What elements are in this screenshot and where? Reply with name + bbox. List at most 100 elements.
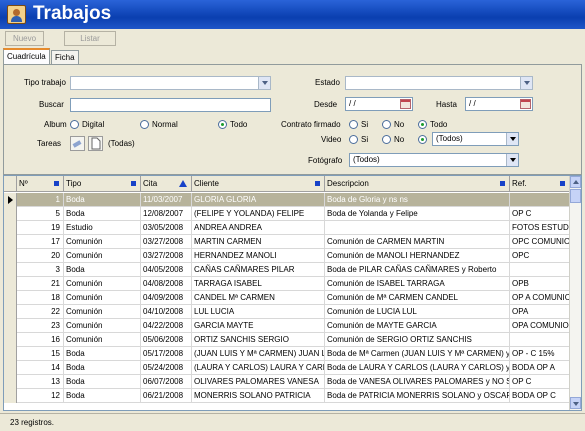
row-indicator[interactable] <box>4 333 17 347</box>
cell-n[interactable]: 19 <box>17 221 64 235</box>
cell-tipo[interactable]: Comunión <box>64 319 141 333</box>
album-todo-radio[interactable] <box>218 120 227 129</box>
cell-tipo[interactable]: Boda <box>64 263 141 277</box>
cell-descripcion[interactable]: Comunión de LUCIA LUL <box>325 305 510 319</box>
row-indicator[interactable] <box>4 347 17 361</box>
cell-ref[interactable]: OPA COMUNIO <box>510 319 570 333</box>
cell-ref[interactable]: OPB <box>510 277 570 291</box>
cell-ref[interactable]: FOTOS ESTUDIO <box>510 221 570 235</box>
cell-descripcion[interactable]: Comunión de MANOLI HERNANDEZ <box>325 249 510 263</box>
table-row[interactable]: 19 Estudio 03/05/2008 ANDREA ANDREA FOTOS ES… <box>4 221 570 235</box>
video-si-radio[interactable] <box>349 135 358 144</box>
cell-descripcion[interactable]: Boda de Yolanda y Felipe <box>325 207 510 221</box>
cell-cliente[interactable]: (FELIPE Y YOLANDA) FELIPE <box>192 207 325 221</box>
video-select[interactable]: (Todos) <box>432 132 519 146</box>
cell-descripcion[interactable]: Comunión de CARMEN MARTIN <box>325 235 510 249</box>
nuevo-button[interactable]: Nuevo <box>5 31 44 46</box>
cell-tipo[interactable]: Estudio <box>64 221 141 235</box>
row-indicator[interactable] <box>4 305 17 319</box>
row-indicator[interactable] <box>4 235 17 249</box>
contrato-todo-radio[interactable] <box>418 120 427 129</box>
cell-descripcion[interactable]: Boda de PILAR CAÑAS CAÑMARES y Roberto <box>325 263 510 277</box>
cell-descripcion[interactable]: Comunión de ISABEL TARRAGA <box>325 277 510 291</box>
table-row[interactable]: 5 Boda 12/08/2007 (FELIPE Y YOLANDA) FELIPE… <box>4 207 570 221</box>
row-indicator[interactable] <box>4 291 17 305</box>
cell-descripcion[interactable] <box>325 221 510 235</box>
cell-cita[interactable]: 11/03/2007 <box>141 193 192 207</box>
cell-tipo[interactable]: Comunión <box>64 305 141 319</box>
cell-tipo[interactable]: Boda <box>64 389 141 403</box>
cell-ref[interactable]: OP C <box>510 375 570 389</box>
cell-n[interactable]: 5 <box>17 207 64 221</box>
cell-cita[interactable]: 05/17/2008 <box>141 347 192 361</box>
cell-descripcion[interactable]: Comunión de Mª CARMEN CANDEL <box>325 291 510 305</box>
cell-n[interactable]: 12 <box>17 389 64 403</box>
hasta-date-field[interactable]: / / <box>465 97 533 111</box>
cell-ref[interactable]: OP - C 15% <box>510 347 570 361</box>
cell-cita[interactable]: 04/09/2008 <box>141 291 192 305</box>
row-indicator[interactable] <box>4 277 17 291</box>
cell-tipo[interactable]: Boda <box>64 347 141 361</box>
table-row[interactable]: 1 Boda 11/03/2007 GLORIA GLORIA Boda de Glor… <box>4 193 570 207</box>
cell-ref[interactable]: BODA OP A <box>510 361 570 375</box>
listar-button[interactable]: Listar <box>64 31 116 46</box>
row-indicator[interactable] <box>4 389 17 403</box>
video-todos-radio[interactable] <box>418 135 427 144</box>
cell-descripcion[interactable]: Boda de PATRICIA MONERRIS SOLANO y OSCAR… <box>325 389 510 403</box>
album-normal-radio[interactable] <box>140 120 149 129</box>
cell-ref[interactable] <box>510 193 570 207</box>
video-no-radio[interactable] <box>382 135 391 144</box>
cell-n[interactable]: 18 <box>17 291 64 305</box>
cell-cita[interactable]: 03/27/2008 <box>141 249 192 263</box>
row-indicator[interactable] <box>4 375 17 389</box>
tipo-trabajo-select[interactable] <box>70 76 271 90</box>
header-tipo[interactable]: Tipo <box>64 176 141 192</box>
cell-descripcion[interactable]: Boda de VANESA OLIVARES PALOMARES y NO S… <box>325 375 510 389</box>
cell-ref[interactable]: OP A COMUNIC <box>510 291 570 305</box>
table-row[interactable]: 21 Comunión 04/08/2008 TARRAGA ISABEL Comuni… <box>4 277 570 291</box>
cell-ref[interactable] <box>510 263 570 277</box>
cell-tipo[interactable]: Comunión <box>64 249 141 263</box>
scroll-up-icon[interactable] <box>570 176 581 188</box>
row-indicator[interactable] <box>4 361 17 375</box>
cell-n[interactable]: 15 <box>17 347 64 361</box>
cell-ref[interactable]: OPC COMUNIO <box>510 235 570 249</box>
contrato-no-radio[interactable] <box>382 120 391 129</box>
cell-descripcion[interactable]: Boda de LAURA Y CARLOS (LAURA Y CARLOS) … <box>325 361 510 375</box>
cell-n[interactable]: 13 <box>17 375 64 389</box>
cell-cita[interactable]: 04/10/2008 <box>141 305 192 319</box>
cell-cliente[interactable]: GLORIA GLORIA <box>192 193 325 207</box>
contrato-si-radio[interactable] <box>349 120 358 129</box>
cell-ref[interactable]: OPC <box>510 249 570 263</box>
table-row[interactable]: 14 Boda 05/24/2008 (LAURA Y CARLOS) LAURA Y… <box>4 361 570 375</box>
cell-cliente[interactable]: OLIVARES PALOMARES VANESA <box>192 375 325 389</box>
cell-cliente[interactable]: (LAURA Y CARLOS) LAURA Y CARL <box>192 361 325 375</box>
cell-descripcion[interactable]: Boda de Mª Carmen (JUAN LUIS Y Mª CARMEN… <box>325 347 510 361</box>
cell-cliente[interactable]: TARRAGA ISABEL <box>192 277 325 291</box>
calendar-icon[interactable] <box>400 99 411 109</box>
cell-ref[interactable]: BODA OP C <box>510 389 570 403</box>
table-row[interactable]: 18 Comunión 04/09/2008 CANDEL Mª CARMEN Comu… <box>4 291 570 305</box>
estado-select[interactable] <box>345 76 533 90</box>
cell-cita[interactable]: 04/05/2008 <box>141 263 192 277</box>
cell-cita[interactable]: 12/08/2007 <box>141 207 192 221</box>
cell-cita[interactable]: 03/27/2008 <box>141 235 192 249</box>
desde-date-field[interactable]: / / <box>345 97 413 111</box>
row-indicator[interactable] <box>4 263 17 277</box>
header-cita[interactable]: Cita <box>141 176 192 192</box>
cell-tipo[interactable]: Comunión <box>64 291 141 305</box>
table-row[interactable]: 17 Comunión 03/27/2008 MARTIN CARMEN Comunió… <box>4 235 570 249</box>
cell-cliente[interactable]: LUL LUCIA <box>192 305 325 319</box>
table-row[interactable]: 12 Boda 06/21/2008 MONERRIS SOLANO PATRICIA… <box>4 389 570 403</box>
row-indicator[interactable] <box>4 207 17 221</box>
vertical-scrollbar[interactable] <box>569 176 581 410</box>
header-n[interactable]: Nº <box>17 176 64 192</box>
tab-ficha[interactable]: Ficha <box>51 50 79 65</box>
tab-cuadricula[interactable]: Cuadrícula <box>3 48 50 65</box>
scroll-down-icon[interactable] <box>570 397 581 409</box>
cell-n[interactable]: 22 <box>17 305 64 319</box>
table-row[interactable]: 20 Comunión 03/27/2008 HERNANDEZ MANOLI Comu… <box>4 249 570 263</box>
fotografo-select[interactable]: (Todos) <box>349 153 519 167</box>
cell-cliente[interactable]: MONERRIS SOLANO PATRICIA <box>192 389 325 403</box>
cell-n[interactable]: 1 <box>17 193 64 207</box>
